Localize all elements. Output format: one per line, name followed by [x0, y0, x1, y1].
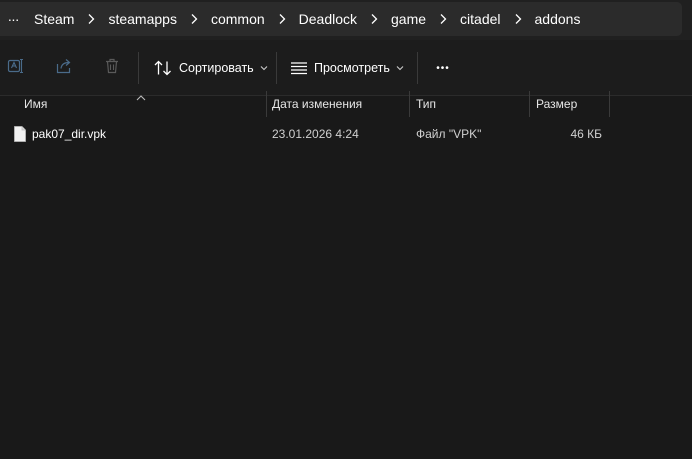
breadcrumb-item-game[interactable]: game: [385, 2, 432, 36]
column-header-name[interactable]: Имя: [18, 91, 266, 117]
column-header-date[interactable]: Дата изменения: [266, 91, 409, 117]
rename-button[interactable]: [1, 54, 31, 82]
toolbar-divider: [276, 52, 277, 84]
trash-icon: [103, 57, 121, 80]
sort-icon: [153, 59, 173, 77]
breadcrumb-item-common[interactable]: common: [205, 2, 271, 36]
chevron-right-icon[interactable]: [80, 13, 102, 25]
share-button[interactable]: [49, 54, 79, 82]
chevron-right-icon[interactable]: [432, 13, 454, 25]
file-size: 46 КБ: [570, 127, 602, 141]
delete-button[interactable]: [97, 54, 127, 82]
breadcrumb[interactable]: ··· Steam steamapps common Deadlock game…: [0, 2, 682, 36]
chevron-right-icon[interactable]: [363, 13, 385, 25]
rename-icon: [7, 57, 25, 80]
address-bar: ··· Steam steamapps common Deadlock game…: [0, 0, 692, 40]
chevron-down-icon: [260, 65, 268, 71]
column-header-type[interactable]: Тип: [410, 91, 529, 117]
toolbar-divider: [138, 52, 139, 84]
more-options-button[interactable]: •••: [428, 54, 458, 82]
sort-button-label: Сортировать: [179, 61, 254, 75]
file-date-modified: 23.01.2026 4:24: [272, 127, 359, 141]
column-resize-handle[interactable]: [609, 91, 610, 117]
column-header-size[interactable]: Размер: [530, 91, 609, 117]
command-bar: Сортировать Просмотреть •••: [0, 40, 692, 96]
chevron-right-icon[interactable]: [271, 13, 293, 25]
column-headers: Имя Дата изменения Тип Размер: [0, 91, 692, 117]
breadcrumb-item-addons[interactable]: addons: [529, 2, 587, 36]
chevron-down-icon: [396, 65, 404, 71]
file-explorer-window: ··· Steam steamapps common Deadlock game…: [0, 0, 692, 459]
view-button[interactable]: Просмотреть: [290, 54, 404, 82]
list-view-icon: [290, 60, 308, 76]
file-row[interactable]: pak07_dir.vpk 23.01.2026 4:24 Файл "VPK"…: [0, 118, 692, 150]
breadcrumb-overflow-button[interactable]: ···: [4, 2, 22, 36]
toolbar-divider: [417, 52, 418, 84]
file-icon: [14, 126, 26, 142]
view-button-label: Просмотреть: [314, 61, 390, 75]
file-type: Файл "VPK": [416, 127, 482, 141]
file-name: pak07_dir.vpk: [32, 127, 107, 141]
file-list: pak07_dir.vpk 23.01.2026 4:24 Файл "VPK"…: [0, 118, 692, 150]
breadcrumb-item-citadel[interactable]: citadel: [454, 2, 506, 36]
chevron-right-icon[interactable]: [507, 13, 529, 25]
breadcrumb-item-steamapps[interactable]: steamapps: [102, 2, 182, 36]
breadcrumb-item-steam[interactable]: Steam: [28, 2, 80, 36]
sort-button[interactable]: Сортировать: [153, 54, 268, 82]
chevron-right-icon[interactable]: [183, 13, 205, 25]
share-icon: [55, 57, 73, 80]
breadcrumb-item-deadlock[interactable]: Deadlock: [293, 2, 363, 36]
